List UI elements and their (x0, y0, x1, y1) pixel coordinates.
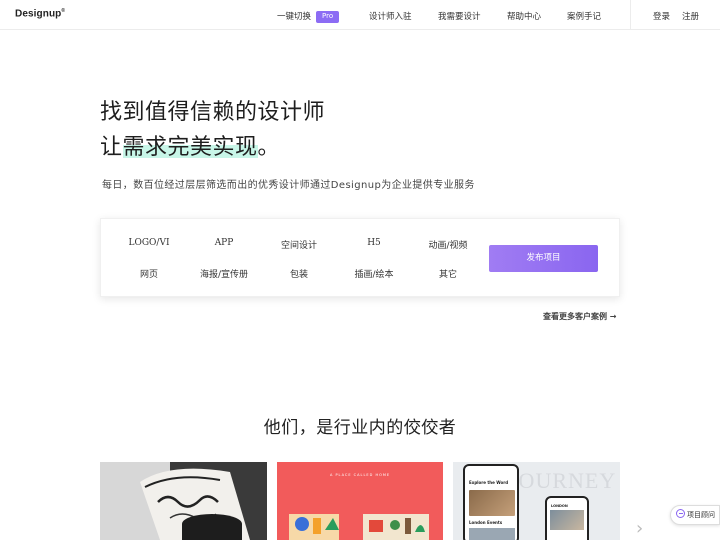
hero-highlight-text: 需求完美实现 (122, 135, 258, 160)
category-packaging[interactable]: 包装 (290, 267, 308, 280)
nav-help-center[interactable]: 帮助中心 (507, 10, 541, 22)
phone1-image (469, 490, 515, 516)
designup-logo[interactable]: Designup® (15, 8, 65, 19)
category-animation-video[interactable]: 动画/视频 (428, 238, 467, 251)
category-app[interactable]: APP (215, 238, 234, 248)
phone-mockup-1: Explore the Word London Events (463, 464, 519, 540)
case-thumbnail-2[interactable]: A PLACE CALLED HOME (277, 462, 443, 540)
phone2-title: LONDON (551, 504, 568, 508)
phone2-image (550, 510, 584, 530)
category-card: LOGO/VI APP 空间设计 H5 动画/视频 网页 海报/宣传册 包装 插… (100, 218, 620, 297)
register-link[interactable]: 注册 (682, 10, 699, 22)
pro-badge: Pro (316, 11, 340, 23)
login-link[interactable]: 登录 (653, 10, 670, 22)
top-navbar: Designup® 一键切换 Pro 设计师入驻 我需要设计 帮助中心 案例手记 … (0, 0, 720, 30)
journey-overlay-text: JOURNEY (509, 468, 617, 493)
case-thumbnail-1[interactable] (100, 462, 267, 540)
category-illustration[interactable]: 插画/绘本 (354, 267, 393, 280)
category-space-design[interactable]: 空间设计 (281, 238, 317, 251)
phone1-subtitle: London Events (469, 520, 503, 525)
pro-switch-label: 一键切换 (277, 12, 312, 22)
category-poster-brochure[interactable]: 海报/宣传册 (200, 267, 248, 280)
category-h5[interactable]: H5 (367, 238, 381, 248)
section-title: 他们，是行业内的佼佼者 (263, 418, 457, 438)
nav-divider (630, 0, 631, 30)
publish-project-button[interactable]: 发布项目 (489, 245, 598, 272)
nav-designer-join[interactable]: 设计师入驻 (369, 10, 412, 22)
hero-headline-line1: 找到值得信赖的设计师 (100, 100, 326, 125)
case-thumbnail-3[interactable]: JOURNEY Explore the Word London Events L… (453, 462, 620, 540)
carousel-next-arrow-icon[interactable]: › (636, 518, 643, 539)
phone-mockup-2: LONDON (545, 496, 589, 540)
home-illustration (289, 514, 429, 540)
nav-case-notes[interactable]: 案例手记 (567, 10, 601, 22)
project-advisor-button[interactable]: 项目顾问 (670, 505, 720, 525)
category-other[interactable]: 其它 (439, 267, 457, 280)
wine-bottle-image (100, 462, 267, 540)
phone1-title: Explore the Word (469, 480, 509, 485)
category-logo-vi[interactable]: LOGO/VI (128, 238, 169, 248)
chat-bubble-icon (676, 509, 685, 518)
hero-headline-line2: 让需求完美实现。 (100, 135, 281, 160)
nav-need-design[interactable]: 我需要设计 (438, 10, 481, 22)
category-web[interactable]: 网页 (140, 267, 158, 280)
project-advisor-label: 项目顾问 (687, 511, 715, 519)
hero-subtitle: 每日，数百位经过层层筛选而出的优秀设计师通过Designup为企业提供专业服务 (102, 180, 475, 191)
phone1-image-2 (469, 528, 515, 540)
pro-switch[interactable]: 一键切换 Pro (277, 10, 340, 23)
more-cases-link[interactable]: 查看更多客户案例 → (543, 311, 617, 322)
